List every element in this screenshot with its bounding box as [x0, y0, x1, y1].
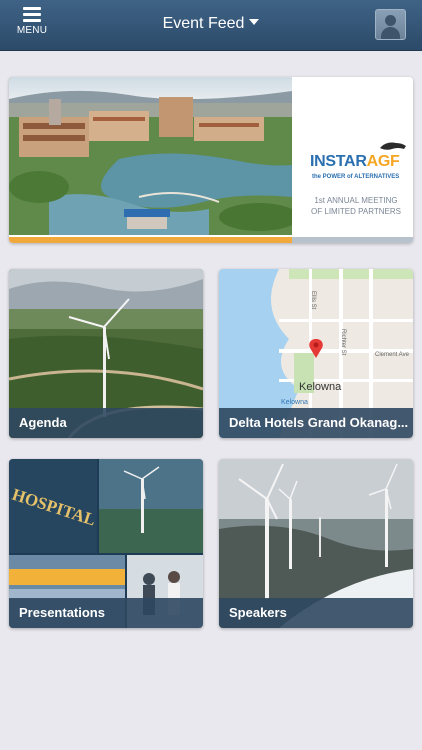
tiger-icon: [380, 142, 406, 150]
presentations-tile[interactable]: HOSPITAL Presentations: [9, 459, 203, 628]
map-street-label: Ellis St: [310, 291, 316, 310]
avatar[interactable]: [375, 9, 406, 40]
page-title-dropdown[interactable]: Event Feed: [0, 15, 422, 33]
carousel-progress-fill: [9, 237, 292, 243]
user-icon: [385, 15, 396, 26]
company-logo: INSTARAGF: [310, 153, 400, 170]
agenda-tile[interactable]: Agenda: [9, 269, 203, 438]
map-water-label: Kelowna: [281, 399, 308, 406]
carousel-progress: [9, 237, 413, 243]
logo-panel: INSTARAGF the POWER of ALTERNATIVES 1st …: [292, 77, 413, 235]
chevron-down-icon: [249, 18, 260, 25]
speakers-tile[interactable]: Speakers: [219, 459, 413, 628]
venue-tile[interactable]: Kelowna Kelowna Clement Ave Richter St E…: [219, 269, 413, 438]
resort-photo: [9, 77, 292, 235]
page-title: Event Feed: [162, 15, 245, 32]
tile-label: Delta Hotels Grand Okanag...: [219, 408, 413, 438]
tile-label: Presentations: [9, 598, 203, 628]
map-street-label: Clement Ave: [375, 352, 410, 358]
tile-label: Agenda: [9, 408, 203, 438]
tile-label: Speakers: [219, 598, 413, 628]
app-header: MENU Event Feed: [0, 0, 422, 51]
meeting-title: 1st ANNUAL MEETING OF LIMITED PARTNERS: [311, 196, 401, 216]
event-banner[interactable]: INSTARAGF the POWER of ALTERNATIVES 1st …: [9, 77, 413, 243]
map-city-label: Kelowna: [299, 381, 342, 393]
map-street-label: Richter St: [340, 329, 346, 356]
logo-tagline: the POWER of ALTERNATIVES: [312, 174, 400, 180]
